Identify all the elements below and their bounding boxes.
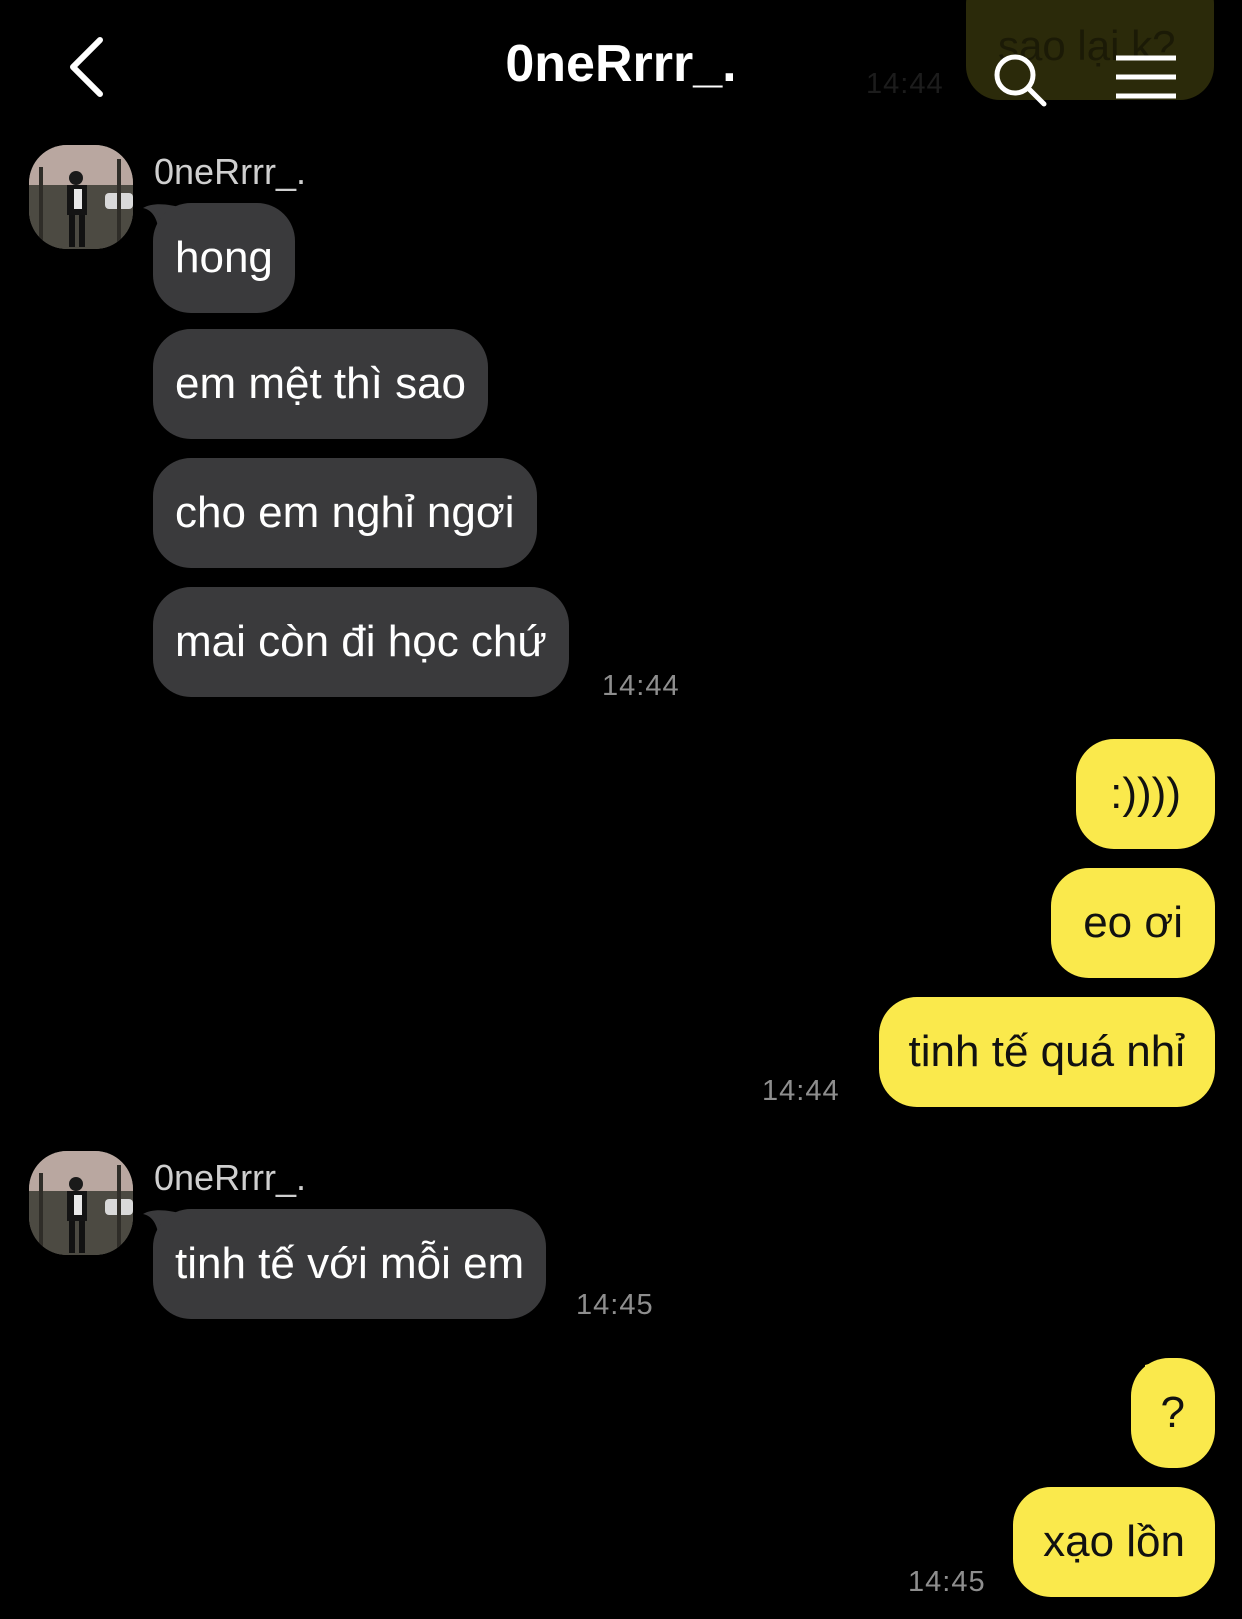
message-timestamp: 14:45 [908, 1566, 986, 1598]
sender-avatar[interactable] [29, 145, 133, 249]
outgoing-message-bubble[interactable]: eo ơi [1051, 868, 1215, 978]
outgoing-bubble-tail [1145, 742, 1185, 776]
outgoing-message-bubble[interactable]: xạo lồn [1013, 1487, 1215, 1597]
message-timestamp: 14:44 [602, 670, 680, 702]
sender-avatar[interactable] [29, 1151, 133, 1255]
chat-header: 0neRrrr_. [0, 0, 1242, 135]
message-timestamp: 14:44 [762, 1075, 840, 1107]
menu-button[interactable] [1114, 52, 1180, 102]
avatar-photo-icon [29, 1151, 133, 1255]
hamburger-menu-icon [1116, 55, 1176, 99]
incoming-message-bubble[interactable]: tinh tế với mỗi em [153, 1209, 547, 1319]
search-button[interactable] [990, 50, 1050, 110]
chat-title: 0neRrrr_. [505, 35, 737, 93]
outgoing-bubble-tail [1145, 1361, 1185, 1395]
search-icon [994, 54, 1047, 107]
incoming-message-bubble[interactable]: mai còn đi học chứ [153, 587, 569, 697]
incoming-message-bubble[interactable]: hong [153, 203, 295, 313]
sender-name: 0neRrrr_. [154, 1157, 307, 1198]
incoming-message-bubble[interactable]: cho em nghỉ ngơi [153, 458, 537, 568]
message-timestamp: 14:45 [576, 1289, 654, 1321]
outgoing-message-bubble[interactable]: tinh tế quá nhỉ [878, 997, 1215, 1107]
incoming-message-bubble[interactable]: em mệt thì sao [153, 329, 489, 439]
sender-name: 0neRrrr_. [154, 151, 307, 192]
avatar-photo-icon [29, 145, 133, 249]
